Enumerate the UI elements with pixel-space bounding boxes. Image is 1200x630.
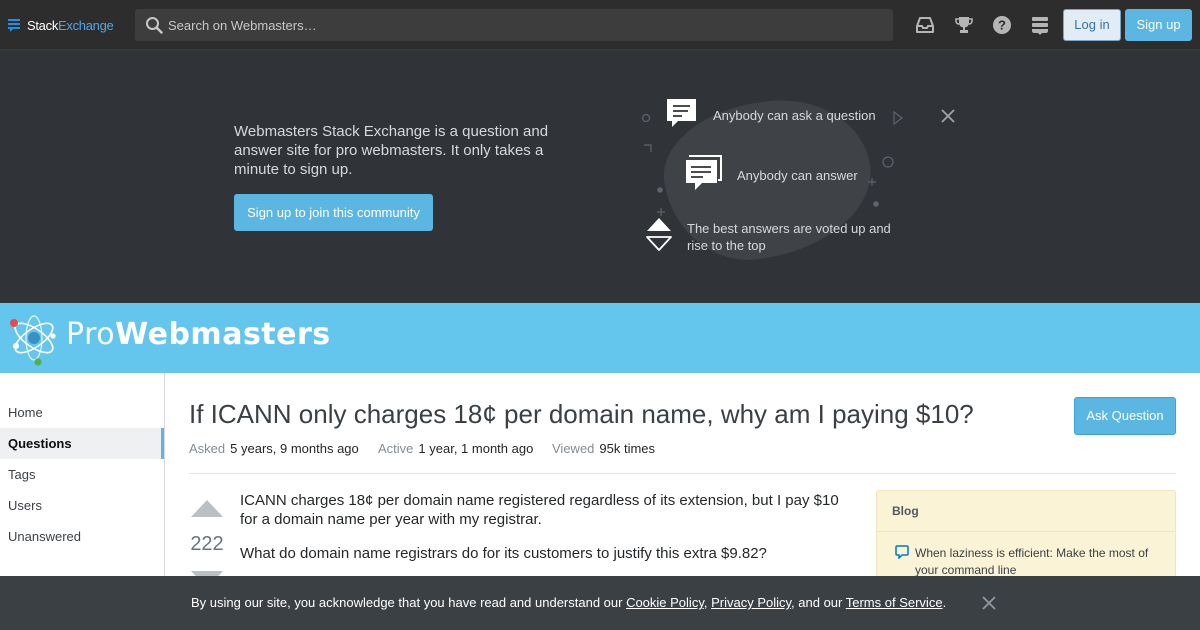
cookie-banner: By using our site, you acknowledge that …	[0, 576, 1200, 630]
site-name-webmasters: Webmasters	[115, 317, 331, 352]
stack-exchange-logo-icon	[8, 18, 20, 32]
upvote-button[interactable]	[191, 500, 223, 517]
signup-hero: Webmasters Stack Exchange is a question …	[0, 50, 1200, 303]
viewed-label: Viewed	[552, 441, 595, 456]
brand-name-stack: Stack	[27, 17, 59, 33]
help-icon[interactable]: ?	[992, 15, 1012, 35]
svg-text:?: ?	[998, 18, 1006, 33]
pro-webmasters-logo-icon[interactable]	[6, 309, 62, 367]
asked-value: 5 years, 9 months ago	[230, 441, 359, 456]
ask-question-button[interactable]: Ask Question	[1074, 397, 1176, 435]
answer-icon	[686, 155, 722, 190]
search-icon	[146, 17, 163, 34]
blog-post-link[interactable]: When laziness is efficient: Make the mos…	[915, 545, 1155, 579]
active-value[interactable]: 1 year, 1 month ago	[418, 441, 533, 456]
site-name-pro: Pro	[66, 317, 116, 352]
sidebar-item-questions[interactable]: Questions	[0, 428, 164, 459]
trophy-icon[interactable]	[954, 15, 974, 35]
inbox-icon[interactable]	[915, 15, 935, 35]
sidebar-item-users[interactable]: Users	[0, 490, 164, 521]
site-switcher-icon[interactable]	[1030, 15, 1050, 35]
sidebar-item-home[interactable]: Home	[0, 397, 164, 428]
close-icon[interactable]	[940, 108, 956, 124]
stack-exchange-logo[interactable]: Stack Exchange	[8, 15, 114, 35]
sidebar-item-unanswered[interactable]: Unanswered	[0, 521, 164, 552]
cookie-notice: By using our site, you acknowledge that …	[191, 595, 946, 610]
signup-button[interactable]: Sign up	[1125, 9, 1192, 41]
vote-count: 222	[190, 533, 224, 555]
question-title[interactable]: If ICANN only charges 18¢ per domain nam…	[189, 399, 1049, 430]
cookie-suffix: .	[942, 595, 947, 610]
question-body-paragraph: What do domain name registrars do for it…	[240, 545, 767, 562]
title-divider	[189, 473, 1176, 474]
join-community-button[interactable]: Sign up to join this community	[234, 194, 433, 231]
vote-icon	[646, 218, 672, 251]
hero-description: Webmasters Stack Exchange is a question …	[234, 123, 549, 178]
question-body-paragraph: ICANN charges 18¢ per domain name regist…	[240, 492, 839, 528]
privacy-policy-link[interactable]: Privacy Policy	[711, 595, 791, 610]
feature-answer: Anybody can answer	[737, 168, 858, 183]
active-meta: Active 1 year, 1 month ago	[378, 441, 533, 456]
active-label: Active	[378, 441, 414, 456]
viewed-value: 95k times	[599, 441, 656, 456]
brand-name-exchange: Exchange	[58, 17, 114, 33]
login-button[interactable]: Log in	[1063, 9, 1121, 41]
site-name[interactable]: ProWebmasters	[66, 317, 331, 352]
feature-vote: The best answers are voted up and rise t…	[687, 221, 891, 253]
viewed-meta: Viewed 95k times	[552, 441, 655, 456]
search-box[interactable]	[135, 9, 893, 41]
asked-label: Asked	[189, 441, 226, 456]
cookie-notice-text: By using our site, you acknowledge that …	[191, 595, 627, 610]
top-bar: StackExchange ? Log in Sign up	[0, 0, 1200, 50]
cookie-separator: ,	[703, 595, 712, 610]
sidebar-item-tags[interactable]: Tags	[0, 459, 164, 490]
cookie-policy-link[interactable]: Cookie Policy	[626, 595, 704, 610]
blog-post-icon	[895, 545, 909, 559]
search-input[interactable]	[168, 9, 883, 41]
terms-of-service-link[interactable]: Terms of Service	[846, 595, 943, 610]
asked-meta: Asked 5 years, 9 months ago	[189, 441, 359, 456]
feature-ask: Anybody can ask a question	[713, 108, 876, 123]
close-icon[interactable]	[981, 595, 997, 611]
cookie-separator: , and our	[791, 595, 846, 610]
blog-heading: Blog	[877, 491, 1175, 532]
ask-question-icon	[667, 99, 696, 127]
